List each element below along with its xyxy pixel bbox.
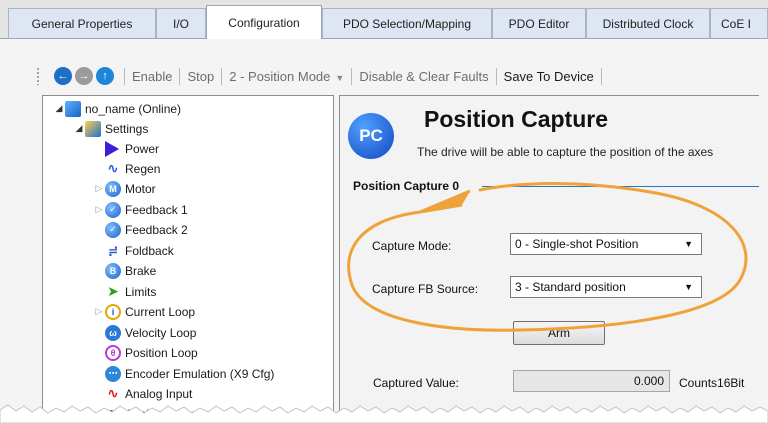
velocity-loop-icon: ω [105, 324, 121, 341]
power-icon [105, 140, 119, 157]
position-loop-icon: θ [105, 344, 121, 361]
arm-button[interactable]: Arm [513, 321, 605, 345]
tab-strip: General Properties I/O Configuration PDO… [0, 0, 768, 39]
analog-input-icon: ∿ [107, 385, 119, 401]
tree-item-label: Velocity Loop [125, 325, 197, 340]
toolbar-grip[interactable] [36, 67, 40, 85]
stop-button[interactable]: Stop [187, 69, 214, 84]
page-description: The drive will be able to capture the po… [417, 145, 714, 159]
tree-item-motor[interactable]: ▷ M Motor [93, 179, 156, 198]
tab-distributed-clock[interactable]: Distributed Clock [586, 8, 710, 38]
analog-output-icon: ∿ [107, 405, 119, 421]
tree-node-settings[interactable]: ◢ Settings [73, 119, 148, 138]
capture-fb-source-value: 3 - Standard position [515, 280, 626, 294]
limits-icon: ➤ [107, 283, 119, 299]
tab-general-properties[interactable]: General Properties [8, 8, 156, 38]
tree-item-label: Feedback 1 [125, 202, 188, 217]
tree-item-encoder-emulation[interactable]: ⋯ Encoder Emulation (X9 Cfg) [105, 364, 274, 383]
device-cube-icon [65, 100, 81, 117]
tree-node-label: no_name (Online) [85, 101, 182, 116]
feedback-icon: ✓ [105, 201, 121, 218]
tab-pdo-selection-mapping[interactable]: PDO Selection/Mapping [322, 8, 492, 38]
mode-dropdown[interactable]: 2 - Position Mode ▼ [229, 69, 344, 84]
tree-item-feedback-2[interactable]: ✓ Feedback 2 [105, 220, 188, 239]
capture-fb-source-label: Capture FB Source: [372, 282, 479, 296]
collapsed-arrow-icon[interactable]: ▷ [93, 204, 105, 215]
tab-configuration[interactable]: Configuration [206, 5, 322, 39]
tree-node-root[interactable]: ◢ no_name (Online) [53, 99, 181, 118]
tree-item-analog-output[interactable]: ∿ Analog Output [105, 404, 202, 423]
arrow-left-icon[interactable]: ← [54, 67, 72, 85]
tree-item-velocity-loop[interactable]: ω Velocity Loop [105, 323, 196, 342]
chevron-down-icon: ▼ [335, 72, 345, 83]
enable-button[interactable]: Enable [132, 69, 172, 84]
position-capture-panel: PC Position Capture The drive will be ab… [339, 95, 759, 423]
collapsed-arrow-icon[interactable]: ▷ [93, 183, 105, 194]
tree-item-label: Analog Input [125, 386, 193, 401]
brake-icon: B [105, 262, 121, 279]
captured-value-label: Captured Value: [373, 376, 459, 390]
tab-io[interactable]: I/O [156, 8, 206, 38]
motor-icon: M [105, 180, 121, 197]
tree-item-position-loop[interactable]: θ Position Loop [105, 343, 198, 362]
tree-item-label: Motor [125, 181, 156, 196]
toolbar-separator [600, 67, 602, 85]
toolbar-separator [495, 67, 497, 85]
tree-item-label: Position Loop [125, 345, 198, 360]
expanded-arrow-icon[interactable]: ◢ [73, 123, 85, 134]
tree-item-brake[interactable]: B Brake [105, 261, 156, 280]
capture-mode-select[interactable]: 0 - Single-shot Position ▼ [510, 233, 702, 255]
tree-item-label: Encoder Emulation (X9 Cfg) [125, 366, 275, 381]
tree-item-limits[interactable]: ➤ Limits [105, 282, 156, 301]
position-capture-badge: PC [348, 113, 394, 159]
tree-item-feedback-1[interactable]: ▷ ✓ Feedback 1 [93, 200, 188, 219]
foldback-icon: ≓ [107, 243, 119, 258]
settings-cube-icon [85, 120, 101, 137]
group-divider [482, 186, 759, 187]
tree-item-current-loop[interactable]: ▷ i Current Loop [93, 302, 195, 321]
capture-fb-source-select[interactable]: 3 - Standard position ▼ [510, 276, 702, 298]
tree-item-label: Power [125, 141, 160, 156]
settings-tree: ◢ no_name (Online) ◢ Settings Power ∿ Re… [42, 95, 334, 423]
tree-item-label: Foldback [125, 243, 174, 258]
capture-mode-value: 0 - Single-shot Position [515, 237, 639, 251]
group-title: Position Capture 0 [353, 179, 460, 193]
page-title: Position Capture [424, 106, 609, 132]
tab-coe[interactable]: CoE I [710, 8, 768, 38]
tree-item-label: Feedback 2 [125, 222, 188, 237]
feedback-icon: ✓ [105, 221, 121, 238]
configuration-page: ← → ↑ Enable Stop 2 - Position Mode ▼ Dis… [0, 38, 768, 423]
encoder-icon: ⋯ [105, 365, 121, 382]
tree-item-foldback[interactable]: ≓ Foldback [105, 241, 174, 260]
tab-pdo-editor[interactable]: PDO Editor [492, 8, 586, 38]
chevron-down-icon: ▼ [684, 282, 693, 292]
captured-value-field: 0.000 [513, 370, 670, 392]
tree-item-label: Brake [125, 263, 157, 278]
capture-mode-label: Capture Mode: [372, 239, 452, 253]
toolbar-separator [351, 67, 353, 85]
tree-node-label: Settings [105, 121, 149, 136]
tree-item-analog-input[interactable]: ∿ Analog Input [105, 384, 192, 403]
regen-icon: ∿ [107, 160, 119, 176]
arrow-up-icon[interactable]: ↑ [96, 67, 114, 85]
captured-value-unit: Counts16Bit [679, 376, 745, 390]
tree-item-label: Current Loop [125, 304, 196, 319]
collapsed-arrow-icon[interactable]: ▷ [93, 306, 105, 317]
disable-clear-faults-button[interactable]: Disable & Clear Faults [359, 69, 488, 84]
toolbar-separator [221, 67, 223, 85]
chevron-down-icon: ▼ [684, 239, 693, 249]
save-to-device-button[interactable]: Save To Device [504, 69, 594, 84]
arrow-right-icon[interactable]: → [75, 67, 93, 85]
tree-item-regen[interactable]: ∿ Regen [105, 159, 160, 178]
tree-item-label: Limits [125, 284, 157, 299]
toolbar: ← → ↑ Enable Stop 2 - Position Mode ▼ Dis… [36, 63, 609, 89]
tree-item-label: Regen [125, 161, 161, 176]
tree-item-power[interactable]: Power [105, 139, 159, 158]
expanded-arrow-icon[interactable]: ◢ [53, 103, 65, 114]
mode-dropdown-label: 2 - Position Mode [229, 68, 331, 84]
tree-item-label: Analog Output [125, 406, 202, 421]
toolbar-separator [124, 67, 125, 85]
toolbar-separator [179, 67, 181, 85]
current-loop-icon: i [105, 303, 121, 320]
